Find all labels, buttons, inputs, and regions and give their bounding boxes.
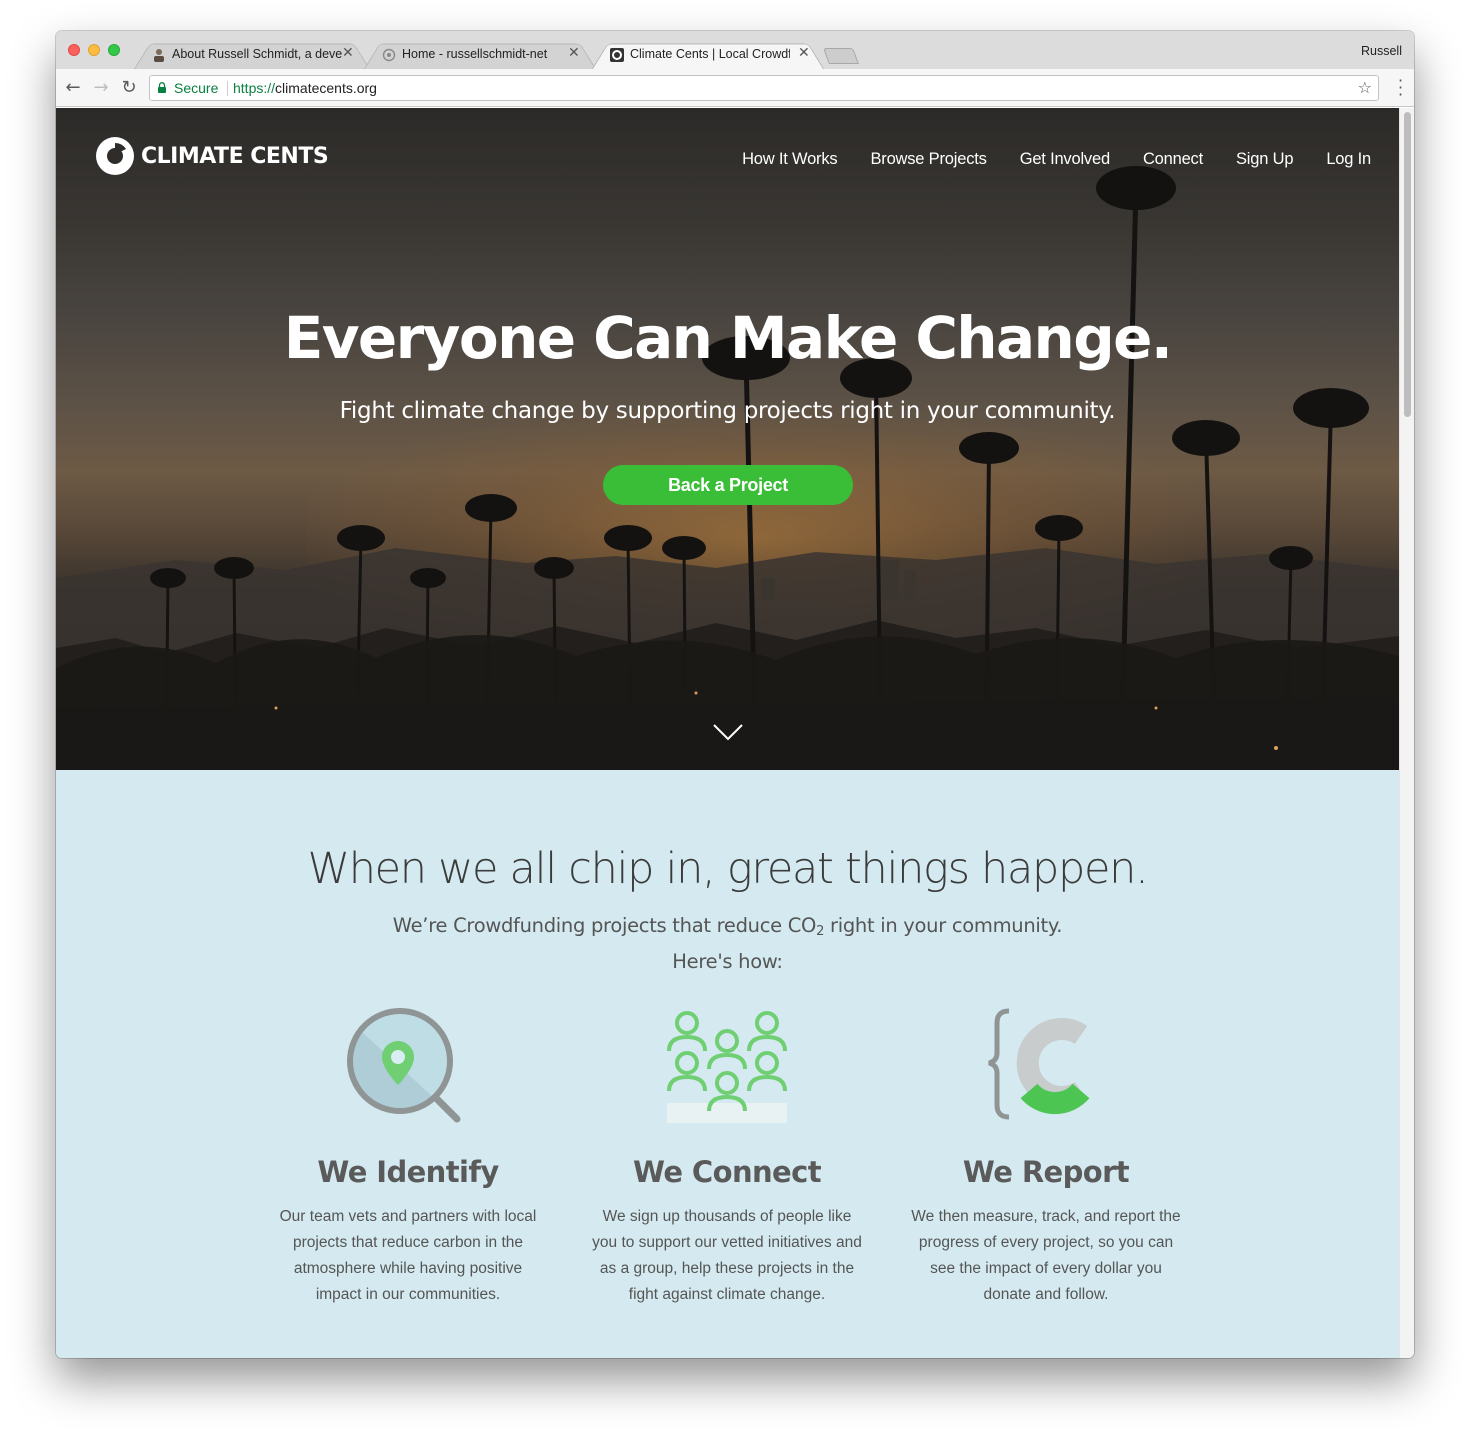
palm-tree-skyline-image — [56, 166, 1399, 770]
tab-title: Climate Cents | Local Crowdfu — [630, 47, 790, 61]
scroll-down-chevron-icon[interactable] — [712, 723, 744, 741]
page-viewport: CLIMATE CENTS How It Works Browse Projec… — [56, 108, 1399, 1358]
nav-browse-projects[interactable]: Browse Projects — [870, 150, 986, 169]
scrollbar-thumb[interactable] — [1404, 112, 1411, 417]
browser-window: About Russell Schmidt, a deve ✕ Home - r… — [56, 31, 1414, 1358]
browser-menu-icon[interactable]: · · · — [1398, 73, 1403, 103]
feature-text: Our team vets and partners with local pr… — [279, 1208, 537, 1303]
reload-icon[interactable]: ↻ — [118, 77, 140, 99]
nav-get-involved[interactable]: Get Involved — [1020, 150, 1110, 169]
feature-connect: We Connect We sign up thousands of peopl… — [582, 1005, 872, 1308]
url-scheme: https:// — [233, 80, 276, 96]
climate-cents-logo-icon — [96, 137, 134, 175]
site-logo[interactable]: CLIMATE CENTS — [96, 136, 329, 176]
bookmark-star-icon[interactable]: ☆ — [1358, 78, 1372, 97]
tab-title: Home - russellschmidt-net — [402, 47, 548, 61]
section-subtitle: We’re Crowdfunding projects that reduce … — [56, 911, 1399, 977]
new-tab-button[interactable] — [823, 48, 859, 64]
omnibox-divider — [227, 81, 228, 96]
back-a-project-button[interactable]: Back a Project — [603, 465, 853, 505]
nav-log-in[interactable]: Log In — [1326, 150, 1371, 169]
secure-label: Secure — [174, 80, 219, 96]
climate-cents-favicon-icon — [610, 48, 624, 62]
person-favicon-icon — [154, 49, 164, 62]
nav-sign-up[interactable]: Sign Up — [1236, 150, 1294, 169]
subtitle-text-end: right in your community. — [824, 914, 1063, 937]
tab-home-russellschmidt[interactable]: Home - russellschmidt-net ✕ — [364, 39, 596, 69]
tab-title: About Russell Schmidt, a deve — [172, 47, 343, 61]
profile-name[interactable]: Russell — [1361, 44, 1402, 58]
feature-title: We Report — [962, 1155, 1130, 1189]
feature-report: We Report We then measure, track, and re… — [901, 1005, 1191, 1308]
tab-close-icon[interactable]: ✕ — [568, 45, 580, 61]
browser-toolbar: ← → ↻ Secure https://climatecents.org ☆ … — [56, 69, 1414, 107]
back-arrow-icon[interactable]: ← — [62, 77, 84, 99]
subtitle-text: We’re Crowdfunding projects that reduce … — [392, 914, 817, 937]
main-nav: How It Works Browse Projects Get Involve… — [709, 150, 1371, 169]
co2-subscript: 2 — [816, 924, 825, 939]
how-it-works-section: When we all chip in, great things happen… — [56, 770, 1399, 1358]
minimize-window-button[interactable] — [88, 44, 100, 56]
tab-climate-cents[interactable]: Climate Cents | Local Crowdfu ✕ — [592, 39, 824, 69]
people-group-icon — [667, 1011, 787, 1123]
zoom-window-button[interactable] — [108, 44, 120, 56]
tab-about-russell[interactable]: About Russell Schmidt, a deve ✕ — [134, 39, 370, 69]
tab-close-icon[interactable]: ✕ — [342, 45, 354, 61]
lock-icon — [158, 82, 166, 93]
bracket-c-report-icon — [988, 1008, 1090, 1120]
feature-title: We Identify — [317, 1155, 499, 1189]
page-scrollbar[interactable] — [1399, 108, 1414, 1358]
tab-close-icon[interactable]: ✕ — [798, 45, 810, 61]
globe-favicon-icon — [382, 48, 396, 62]
close-window-button[interactable] — [68, 44, 80, 56]
nav-how-it-works[interactable]: How It Works — [742, 150, 838, 169]
tab-strip: About Russell Schmidt, a deve ✕ Home - r… — [56, 31, 1414, 69]
address-bar[interactable]: Secure https://climatecents.org ☆ — [149, 75, 1379, 101]
forward-arrow-icon[interactable]: → — [90, 77, 112, 99]
magnifier-location-icon — [347, 1008, 461, 1123]
feature-identify: We Identify Our team vets and partners w… — [263, 1005, 553, 1308]
hero-subtitle: Fight climate change by supporting proje… — [339, 398, 1116, 424]
logo-text: CLIMATE CENTS — [141, 143, 329, 169]
section-title: When we all chip in, great things happen… — [307, 844, 1148, 894]
nav-connect[interactable]: Connect — [1143, 150, 1203, 169]
hero-title: Everyone Can Make Change. — [283, 304, 1173, 372]
hero-section: CLIMATE CENTS How It Works Browse Projec… — [56, 108, 1399, 770]
url-text[interactable]: https://climatecents.org — [233, 80, 377, 96]
feature-text: We sign up thousands of people like you … — [592, 1208, 862, 1303]
feature-text: We then measure, track, and report the p… — [911, 1208, 1181, 1303]
url-host: climatecents.org — [275, 80, 377, 96]
feature-title: We Connect — [633, 1155, 822, 1189]
subtitle-line2: Here's how: — [672, 950, 783, 973]
